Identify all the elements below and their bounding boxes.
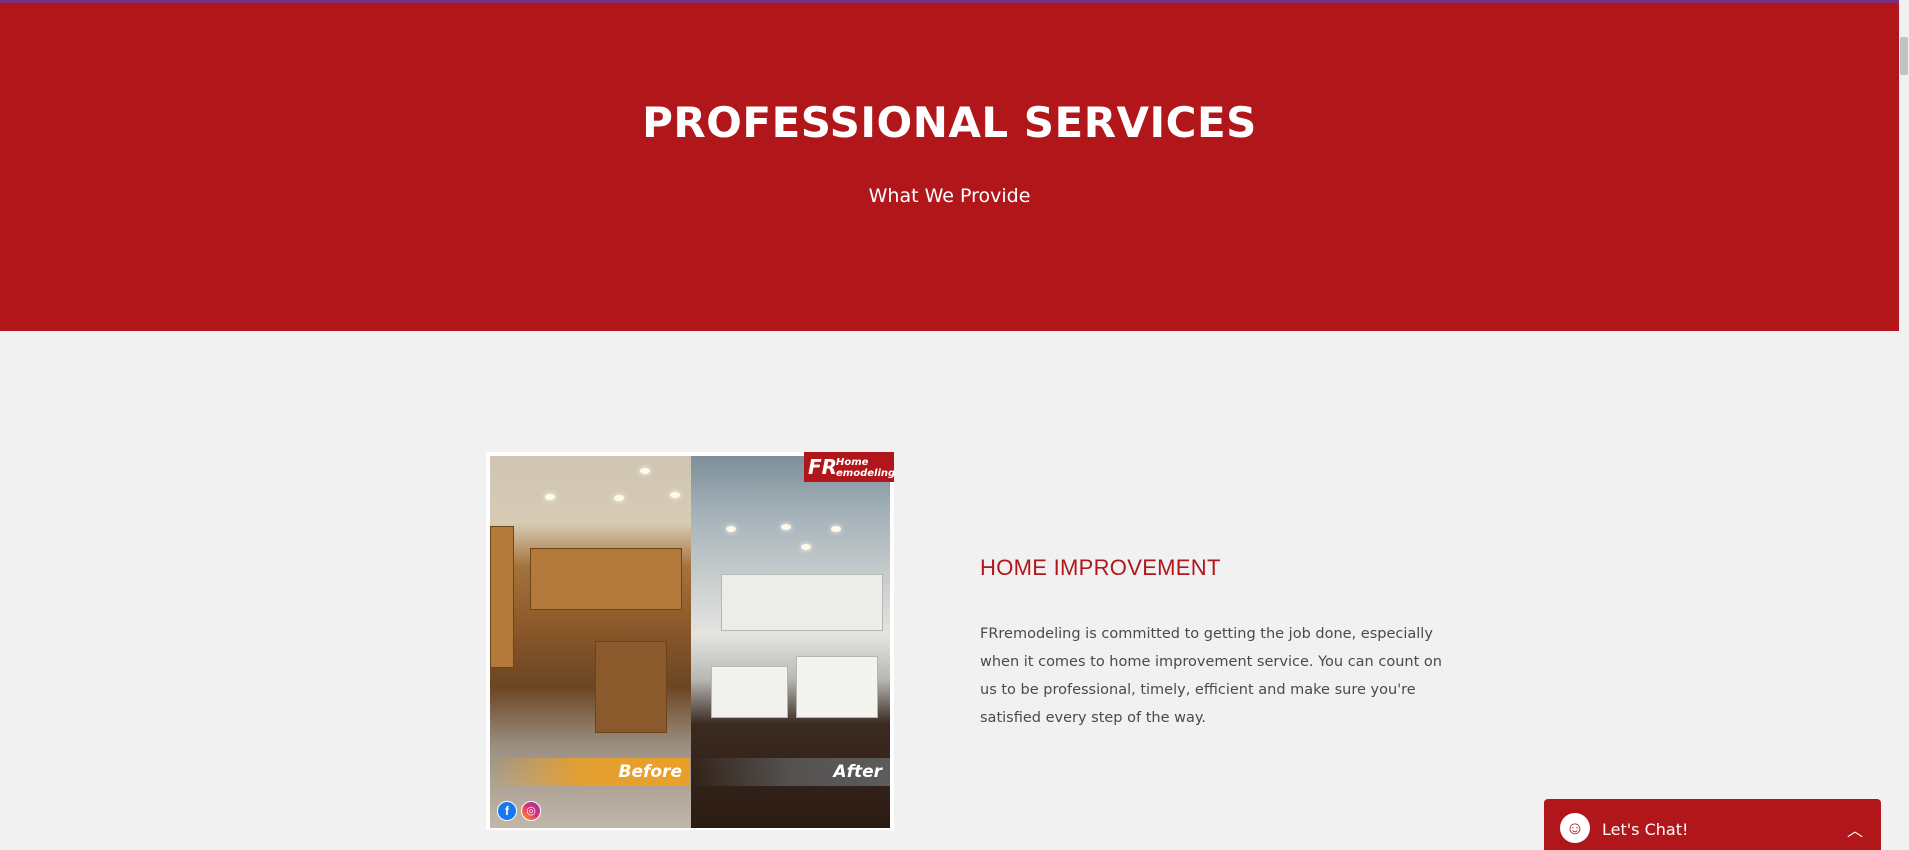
fr-remodeling-logo: FR Home emodeling (804, 452, 895, 482)
service-description: FRremodeling is committed to getting the… (980, 626, 1442, 726)
logo-line-1: Home (836, 457, 869, 468)
ceiling-light (545, 494, 555, 500)
kitchen-island (595, 641, 667, 733)
logo-text: Home emodeling (836, 457, 895, 479)
kitchen-cabinets (711, 666, 788, 718)
smiley-icon: ☺ (1560, 813, 1590, 843)
kitchen-island (796, 656, 878, 718)
ceiling-light (614, 495, 624, 501)
logo-mark: FR (808, 455, 838, 479)
page-subtitle: What We Provide (868, 185, 1031, 207)
hero-banner: PROFESSIONAL SERVICES What We Provide (0, 3, 1899, 331)
facebook-icon: f (497, 801, 517, 821)
chevron-up-icon[interactable]: ︿ (1847, 817, 1863, 841)
after-label: After (691, 758, 890, 786)
ceiling-light (670, 492, 680, 498)
chat-widget-button[interactable]: ☺ Let's Chat! ︿ (1544, 799, 1881, 850)
scrollbar[interactable] (1899, 0, 1909, 850)
ceiling-light (801, 544, 811, 550)
before-label: Before (490, 758, 690, 786)
logo-line-2: emodeling (836, 468, 896, 479)
ceiling-light (726, 526, 736, 532)
kitchen-cabinets (530, 548, 682, 610)
page-title: PROFESSIONAL SERVICES (642, 98, 1257, 147)
chat-label: Let's Chat! (1602, 820, 1689, 839)
scrollbar-thumb[interactable] (1900, 37, 1908, 75)
instagram-icon: ◎ (521, 801, 541, 821)
ceiling-light (640, 468, 650, 474)
ceiling-light (831, 526, 841, 532)
service-title: HOME IMPROVEMENT (980, 555, 1221, 580)
kitchen-cabinets (721, 574, 883, 631)
kitchen-cabinets (490, 526, 514, 668)
ceiling-light (781, 524, 791, 530)
